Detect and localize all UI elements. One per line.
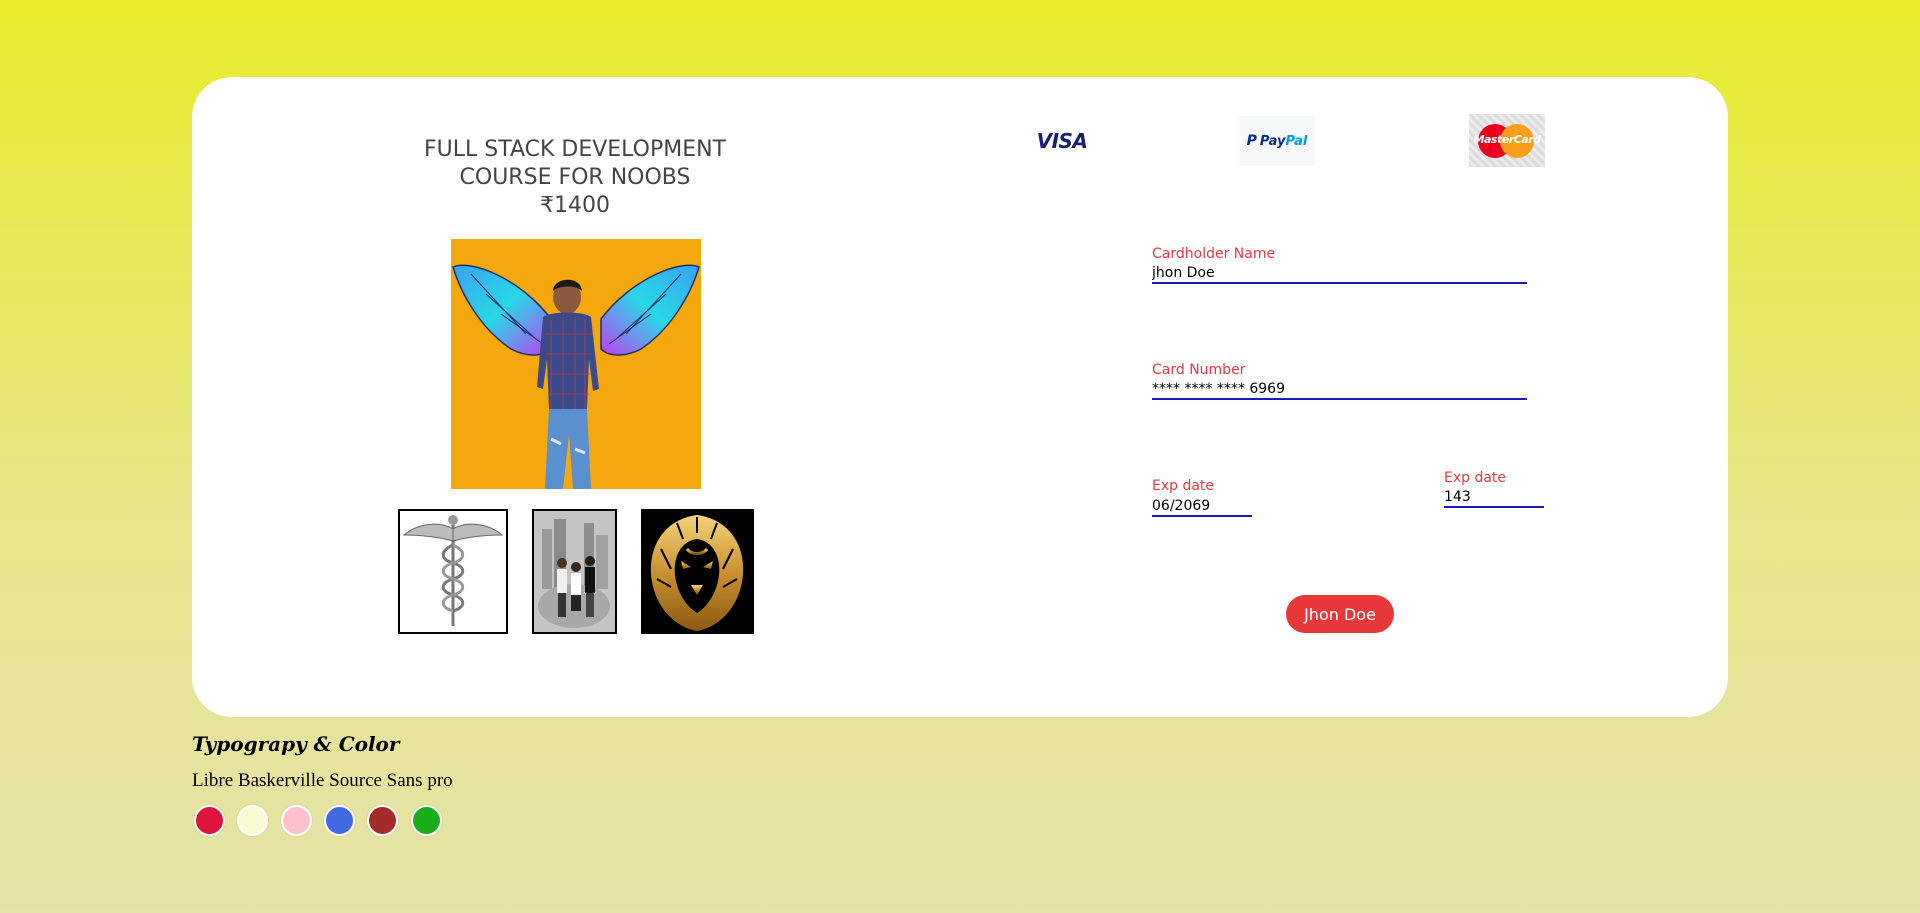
- thumbnail-caduceus[interactable]: [398, 509, 508, 634]
- product-main-image: [451, 239, 701, 489]
- group-photo-icon: [534, 511, 615, 632]
- color-swatch-5: [367, 805, 398, 836]
- color-swatch-2: [237, 805, 268, 836]
- card-number-input[interactable]: [1152, 380, 1527, 400]
- exp-date-input[interactable]: [1152, 497, 1252, 517]
- cardholder-name-input[interactable]: [1152, 264, 1527, 284]
- style-guide-title: Typograpy & Color: [192, 732, 400, 756]
- style-guide-fonts: Libre Baskerville Source Sans pro: [192, 770, 453, 791]
- submit-button[interactable]: Jhon Doe: [1286, 595, 1394, 633]
- cvv-input[interactable]: [1444, 488, 1544, 508]
- winged-man-image: [452, 264, 700, 489]
- product-title: FULL STACK DEVELOPMENT COURSE FOR NOOBS: [423, 137, 727, 190]
- card-number-label: Card Number: [1152, 362, 1246, 378]
- exp-date-label: Exp date: [1152, 478, 1215, 494]
- cvv-label: Exp date: [1444, 470, 1507, 486]
- color-swatch-1: [194, 805, 225, 836]
- paypal-icon: P: [1246, 133, 1257, 149]
- paypal-pay-text: Pay: [1259, 133, 1286, 149]
- product-price: ₹1400: [540, 193, 610, 218]
- paypal-logo[interactable]: P Pay Pal: [1239, 116, 1315, 166]
- thumbnail-group-photo[interactable]: [532, 509, 617, 634]
- visa-logo[interactable]: VISA: [1030, 128, 1094, 154]
- caduceus-icon: [402, 515, 504, 626]
- thumbnail-golden-lion[interactable]: [641, 509, 754, 634]
- color-swatch-4: [324, 805, 355, 836]
- color-swatch-6: [411, 805, 442, 836]
- mastercard-text: MasterCard: [1473, 133, 1541, 146]
- mastercard-logo[interactable]: MasterCard: [1469, 114, 1545, 167]
- golden-lion-icon: [641, 509, 754, 634]
- color-swatch-3: [281, 805, 312, 836]
- cardholder-name-label: Cardholder Name: [1152, 246, 1276, 262]
- paypal-pal-text: Pal: [1285, 133, 1308, 149]
